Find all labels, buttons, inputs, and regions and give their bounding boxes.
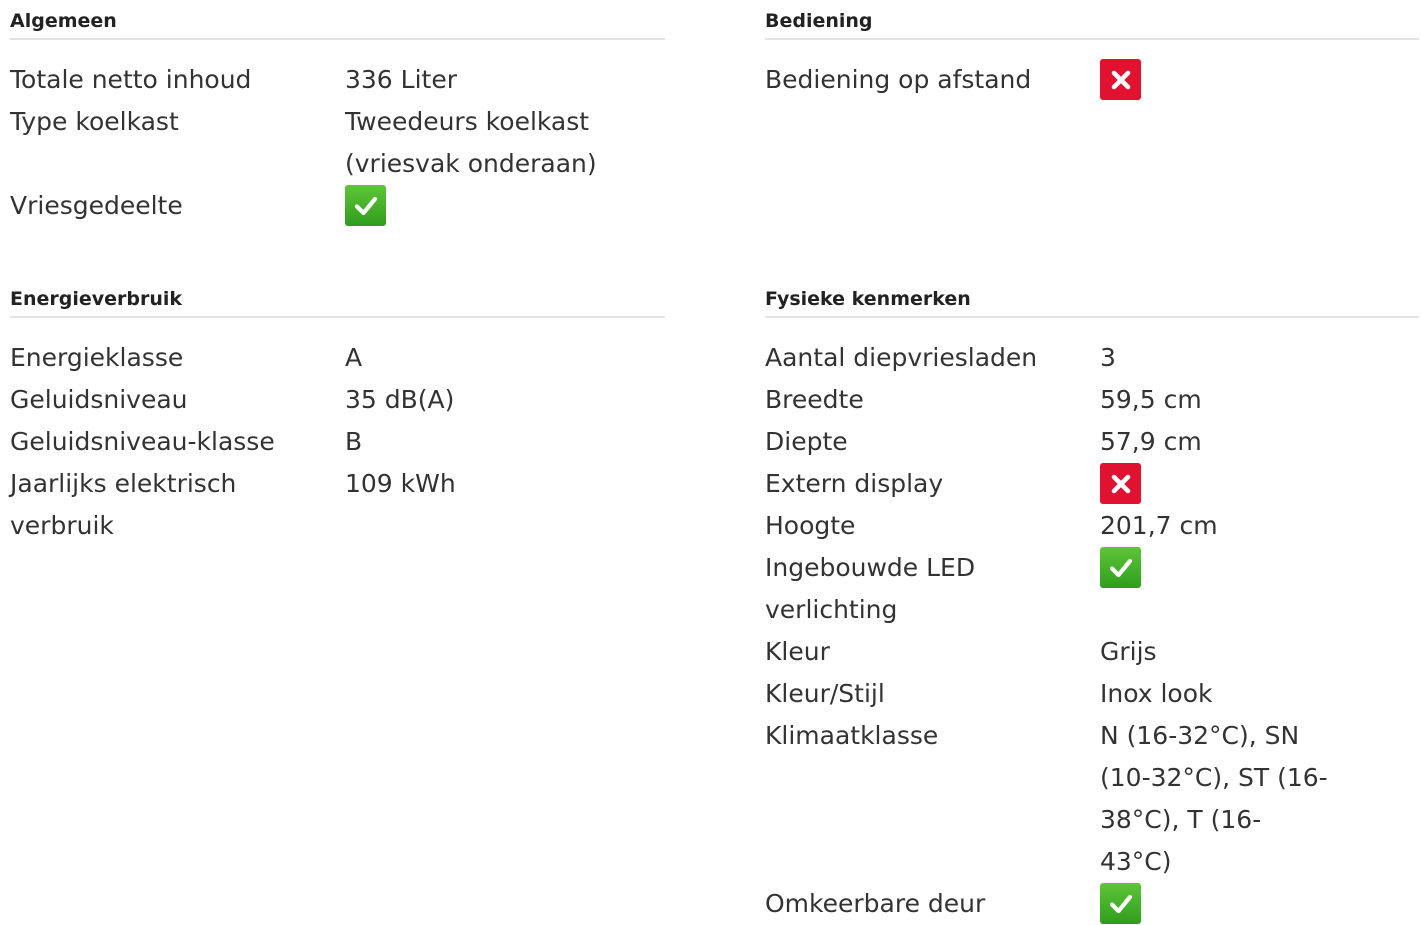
spec-row: Diepte 57,9 cm <box>765 421 1419 463</box>
spec-label: Geluidsniveau-klasse <box>10 427 275 456</box>
spec-label: Extern display <box>765 469 944 498</box>
spec-rows-fysieke-kenmerken: Aantal diepvriesladen 3 Breedte 59,5 cm Diep… <box>765 337 1419 925</box>
check-icon <box>1100 547 1141 588</box>
spec-value: B <box>345 427 363 456</box>
section-fysieke-kenmerken: Fysieke kenmerken Aantal diepvriesladen 3… <box>765 286 1419 925</box>
section-algemeen: Algemeen Totale netto inhoud 336 Liter Typ… <box>10 8 665 227</box>
section-title-bediening: Bediening <box>765 8 1419 40</box>
spec-row: Extern display <box>765 463 1419 505</box>
section-energieverbruik: Energieverbruik Energieklasse A Geluidsniv… <box>10 286 665 547</box>
spec-label: Kleur/Stijl <box>765 679 885 708</box>
check-icon <box>345 185 386 226</box>
spec-label: Vriesgedeelte <box>10 191 183 220</box>
spec-label: Klimaatklasse <box>765 721 939 750</box>
spec-label: Type koelkast <box>10 107 179 136</box>
spec-label: Ingebouwde LED verlichting <box>765 553 976 624</box>
spec-row: Type koelkast Tweedeurs koelkast (vriesva… <box>10 101 665 185</box>
spec-row: Klimaatklasse N (16-32°C), SN (10-32°C), … <box>765 715 1419 883</box>
spec-label: Aantal diepvriesladen <box>765 343 1038 372</box>
spec-label: Jaarlijks elektrisch verbruik <box>10 469 237 540</box>
spec-row: Geluidsniveau-klasse B <box>10 421 665 463</box>
spec-value: Inox look <box>1100 679 1213 708</box>
section-title-energieverbruik: Energieverbruik <box>10 286 665 318</box>
spec-label: Bediening op afstand <box>765 65 1032 94</box>
check-icon <box>1100 883 1141 924</box>
spec-row: Bediening op afstand <box>765 59 1419 101</box>
spec-row: Kleur/Stijl Inox look <box>765 673 1419 715</box>
spec-label: Omkeerbare deur <box>765 889 986 918</box>
spec-rows-energieverbruik: Energieklasse A Geluidsniveau 35 dB(A) Gelui… <box>10 337 665 547</box>
spec-rows-bediening: Bediening op afstand <box>765 59 1419 101</box>
cross-icon <box>1100 463 1141 504</box>
spec-row: Aantal diepvriesladen 3 <box>765 337 1419 379</box>
spec-rows-algemeen: Totale netto inhoud 336 Liter Type koelkas… <box>10 59 665 227</box>
spec-row: Hoogte 201,7 cm <box>765 505 1419 547</box>
spec-value: Tweedeurs koelkast (vriesvak onderaan) <box>345 107 597 178</box>
spec-value: 35 dB(A) <box>345 385 455 414</box>
spec-value: 109 kWh <box>345 469 456 498</box>
spec-value: Grijs <box>1100 637 1157 666</box>
spec-value: 57,9 cm <box>1100 427 1202 456</box>
spec-row: Vriesgedeelte <box>10 185 665 227</box>
spec-row: Geluidsniveau 35 dB(A) <box>10 379 665 421</box>
spec-row: Kleur Grijs <box>765 631 1419 673</box>
spec-value: 59,5 cm <box>1100 385 1202 414</box>
spec-label: Totale netto inhoud <box>10 65 252 94</box>
spec-row: Breedte 59,5 cm <box>765 379 1419 421</box>
spec-value: 3 <box>1100 343 1116 372</box>
spec-value: 336 Liter <box>345 65 457 94</box>
spec-row: Totale netto inhoud 336 Liter <box>10 59 665 101</box>
spec-label: Hoogte <box>765 511 856 540</box>
spec-label: Kleur <box>765 637 830 666</box>
spec-value: N (16-32°C), SN (10-32°C), ST (16-38°C),… <box>1100 721 1328 876</box>
cross-icon <box>1100 59 1141 100</box>
spec-label: Breedte <box>765 385 864 414</box>
spec-row: Jaarlijks elektrisch verbruik 109 kWh <box>10 463 665 547</box>
spec-row: Omkeerbare deur <box>765 883 1419 925</box>
spec-row: Ingebouwde LED verlichting <box>765 547 1419 631</box>
section-title-algemeen: Algemeen <box>10 8 665 40</box>
section-bediening: Bediening Bediening op afstand <box>765 8 1419 101</box>
spec-label: Diepte <box>765 427 848 456</box>
spec-row: Energieklasse A <box>10 337 665 379</box>
section-title-fysieke-kenmerken: Fysieke kenmerken <box>765 286 1419 318</box>
spec-value: 201,7 cm <box>1100 511 1218 540</box>
spec-label: Energieklasse <box>10 343 184 372</box>
spec-value: A <box>345 343 363 372</box>
spec-label: Geluidsniveau <box>10 385 188 414</box>
